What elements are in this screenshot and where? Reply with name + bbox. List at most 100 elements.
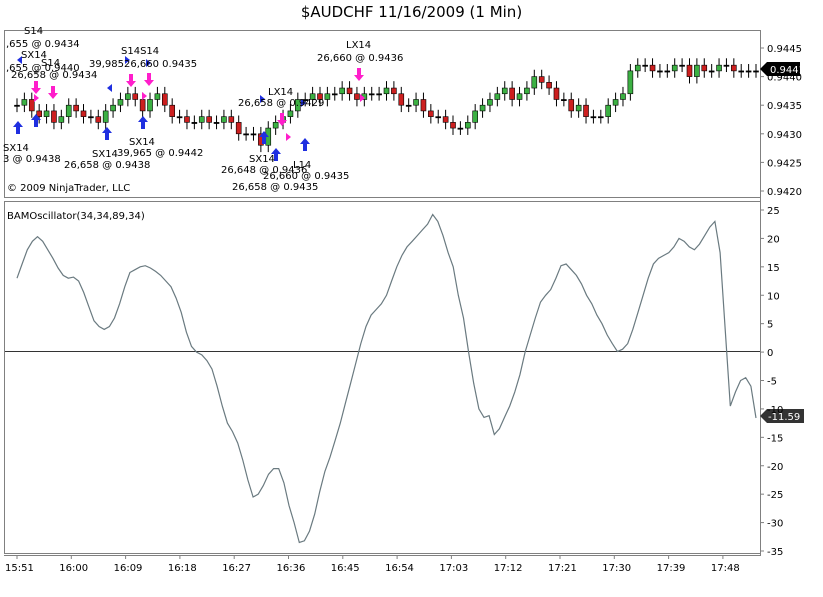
- candle: [590, 109, 597, 124]
- exit-marker-icon: [107, 84, 112, 92]
- candle: [405, 98, 412, 113]
- osc-tick-label: 10: [767, 291, 780, 302]
- candle: [14, 98, 20, 113]
- candle: [627, 64, 634, 101]
- trade-annotation: SX14: [3, 143, 29, 154]
- candle: [272, 115, 279, 135]
- candle: [634, 58, 641, 78]
- trade-annotation: L14: [293, 160, 311, 171]
- buy-arrow-icon: [138, 116, 148, 129]
- candle: [154, 86, 161, 107]
- candle: [398, 86, 405, 113]
- osc-tick-label: -20: [767, 462, 783, 473]
- candle: [65, 98, 72, 124]
- time-tick-label: 17:48: [711, 563, 740, 574]
- price-tick-label: 0.9435: [767, 101, 802, 112]
- candle: [43, 104, 50, 124]
- candle: [250, 126, 257, 141]
- candle: [95, 109, 102, 130]
- osc-tick-label: 25: [767, 206, 780, 217]
- time-tick-label: 16:54: [385, 563, 414, 574]
- candle: [716, 58, 722, 78]
- time-tick-label: 16:36: [277, 563, 306, 574]
- osc-tick-label: -30: [767, 519, 783, 530]
- chart-canvas: © 2009 NinjaTrader, LLC BAMOscillator(34…: [3, 26, 805, 574]
- candle: [435, 109, 442, 124]
- candle: [731, 58, 737, 78]
- sell-arrow-icon: [31, 81, 41, 94]
- osc-tick-label: 15: [767, 263, 780, 274]
- candle: [368, 86, 375, 101]
- osc-tick-label: -35: [767, 547, 783, 558]
- sell-arrow-icon: [354, 68, 364, 81]
- sell-arrow-icon: [48, 86, 58, 99]
- candle: [413, 92, 419, 113]
- candle: [664, 64, 671, 78]
- candle: [176, 109, 183, 124]
- price-tick-label: 0.9445: [767, 44, 802, 55]
- candle: [612, 92, 619, 113]
- buy-arrow-icon: [300, 138, 310, 151]
- candle: [487, 92, 493, 113]
- exit-marker-icon: [34, 94, 39, 102]
- candle: [568, 92, 575, 118]
- price-tick-label: 0.9440: [767, 73, 802, 84]
- candle: [376, 86, 382, 101]
- candle: [472, 104, 478, 130]
- time-tick-label: 16:18: [168, 563, 197, 574]
- candle: [21, 92, 28, 113]
- candle: [605, 98, 612, 124]
- trade-annotation: 26,658 @ 0.9438: [64, 160, 150, 171]
- osc-tick-label: 20: [767, 234, 780, 245]
- price-tick-label: 0.9420: [767, 187, 802, 198]
- candle: [501, 81, 508, 101]
- trade-annotation: 26,660 @ 0.9435: [263, 171, 349, 182]
- candle: [598, 109, 604, 124]
- osc-tick-label: 5: [767, 320, 773, 331]
- candle: [509, 81, 515, 107]
- trade-annotation: S14: [24, 26, 43, 37]
- candle: [162, 86, 168, 113]
- candle: [58, 109, 65, 130]
- trade-annotation: S14S14: [121, 46, 159, 57]
- time-tick-label: 17:39: [657, 563, 686, 574]
- candle: [575, 98, 582, 118]
- sell-arrow-icon: [126, 74, 136, 87]
- trade-annotation: SX14: [92, 149, 118, 160]
- candle: [228, 109, 235, 130]
- candle: [147, 92, 153, 118]
- candle: [346, 81, 353, 101]
- trade-annotation: SX14: [249, 154, 275, 165]
- candle: [538, 69, 545, 90]
- candle: [450, 115, 456, 135]
- candle: [324, 86, 331, 107]
- trade-annotation: S14: [41, 58, 60, 69]
- trade-annotation: ,655 @ 0.9434: [6, 39, 80, 50]
- osc-tick-label: -5: [767, 377, 777, 388]
- oscillator-label: BAMOscillator(34,34,89,34): [7, 211, 145, 222]
- candle: [553, 81, 560, 107]
- candle: [561, 92, 567, 107]
- price-tick-label: 0.9425: [767, 158, 802, 169]
- candle: [243, 126, 249, 141]
- candle: [642, 58, 648, 73]
- time-tick-label: 16:27: [222, 563, 251, 574]
- candle: [391, 81, 397, 101]
- candle: [494, 86, 501, 107]
- price-tick-label: 0.9430: [767, 130, 802, 141]
- trade-annotation: SX14: [129, 137, 155, 148]
- candle: [420, 92, 427, 118]
- candle: [339, 81, 345, 101]
- candle: [457, 121, 464, 135]
- time-tick-label: 16:09: [114, 563, 143, 574]
- candle: [701, 58, 708, 78]
- candle: [657, 64, 663, 78]
- candle: [331, 86, 338, 101]
- buy-arrow-icon: [102, 127, 112, 140]
- exit-marker-icon: [142, 92, 147, 100]
- candle: [524, 81, 530, 101]
- oscillator-line: [16, 213, 757, 544]
- candle: [583, 98, 589, 124]
- exit-marker-icon: [286, 133, 291, 141]
- candle: [221, 109, 227, 130]
